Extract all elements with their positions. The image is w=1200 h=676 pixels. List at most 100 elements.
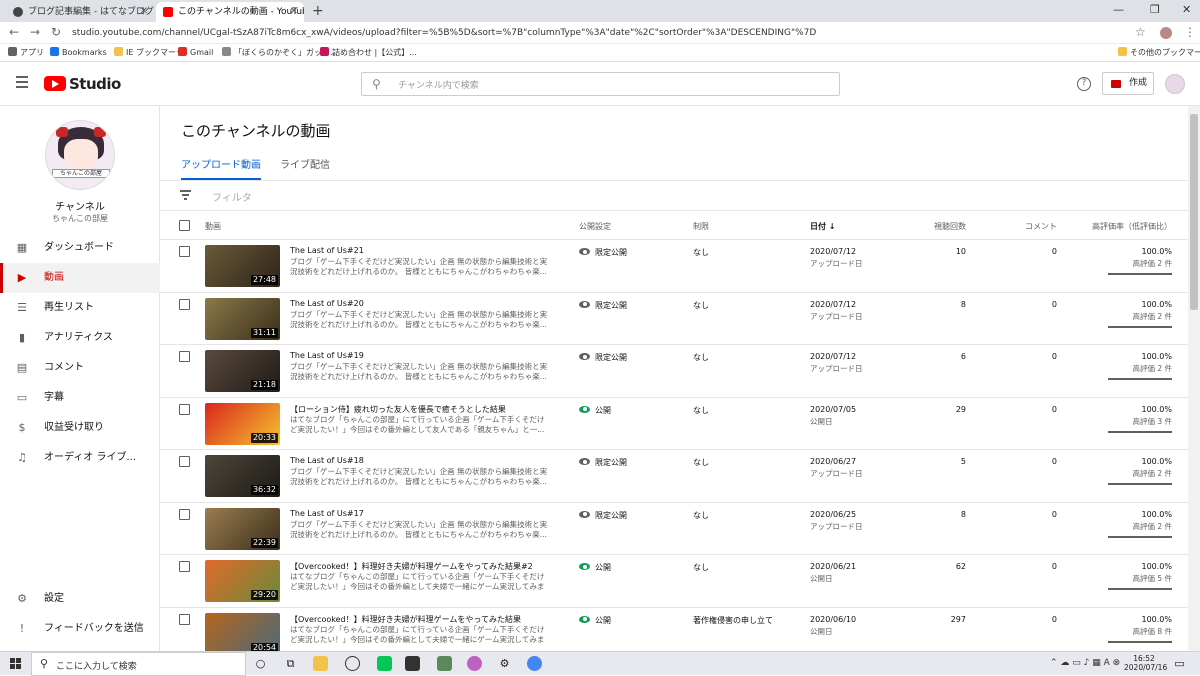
row-checkbox[interactable] xyxy=(179,613,190,625)
visibility-cell[interactable]: 限定公開 xyxy=(579,510,627,521)
row-checkbox[interactable] xyxy=(179,246,190,257)
table-row[interactable]: 29:20 【Overcooked！】料理好き夫婦が料理ゲームをやってみた結果#2… xyxy=(160,555,1188,608)
video-title[interactable]: The Last of Us#17 xyxy=(290,509,364,518)
tab-live[interactable]: ライブ配信 xyxy=(280,156,330,180)
forward-icon[interactable]: → xyxy=(30,25,40,39)
column-rating[interactable]: 高評価率（低評価比） xyxy=(1092,221,1172,232)
page-scrollbar[interactable] xyxy=(1188,106,1200,651)
channel-search-input[interactable]: ⚲ チャンネル内で検索 xyxy=(361,72,840,96)
video-thumbnail[interactable]: 29:20 xyxy=(205,560,280,602)
visibility-cell[interactable]: 公開 xyxy=(579,405,611,416)
bookmark-ie[interactable]: IE ブックマーク xyxy=(114,47,184,59)
video-thumbnail[interactable]: 36:32 xyxy=(205,455,280,497)
file-explorer-icon[interactable] xyxy=(313,656,328,671)
video-title[interactable]: 【Overcooked！】料理好き夫婦が料理ゲームをやってみた結果#2 xyxy=(290,561,533,572)
sidebar-item-comments[interactable]: ▤ コメント xyxy=(0,353,160,383)
account-avatar[interactable] xyxy=(1165,74,1185,94)
table-row[interactable]: 21:18 The Last of Us#19 ブログ「ゲーム下手くそだけど実況した… xyxy=(160,345,1188,398)
app-purple-icon[interactable] xyxy=(467,656,482,671)
sidebar-item-feedback[interactable]: ! フィードバックを送信 xyxy=(0,614,160,644)
star-icon[interactable]: ☆ xyxy=(1135,25,1146,39)
bookmark-tsumeawase[interactable]: 詰め合わせ |【公式】... xyxy=(320,47,417,59)
system-tray[interactable]: ⌃ ☁ ▭ ♪ ▦ A ⊗ xyxy=(1050,658,1120,668)
filter-input[interactable]: フィルタ xyxy=(212,189,252,204)
sidebar-item-audio-library[interactable]: ♫ オーディオ ライブ... xyxy=(0,443,160,473)
close-tab-icon[interactable]: ✕ xyxy=(140,2,148,22)
row-checkbox[interactable] xyxy=(179,403,190,415)
minimize-icon[interactable]: — xyxy=(1113,3,1124,16)
reload-icon[interactable]: ↻ xyxy=(51,25,61,39)
cortana-icon[interactable]: ○ xyxy=(253,656,268,671)
create-button[interactable]: 作成 xyxy=(1102,72,1154,95)
video-thumbnail[interactable]: 20:54 xyxy=(205,612,280,651)
visibility-cell[interactable]: 公開 xyxy=(579,562,611,573)
column-restrictions[interactable]: 制限 xyxy=(693,221,709,232)
sidebar-item-dashboard[interactable]: ▦ ダッシュボード xyxy=(0,233,160,263)
video-title[interactable]: 【Overcooked！】料理好き夫婦が料理ゲームをやってみた結果 xyxy=(290,614,521,625)
column-views[interactable]: 視聴回数 xyxy=(934,221,966,232)
close-tab-icon[interactable]: ✕ xyxy=(290,2,298,22)
taskbar-clock[interactable]: 16:52 2020/07/16 xyxy=(1124,654,1167,672)
video-thumbnail[interactable]: 31:11 xyxy=(205,297,280,340)
scrollbar-thumb[interactable] xyxy=(1190,114,1198,310)
video-title[interactable]: The Last of Us#20 xyxy=(290,299,364,308)
table-row[interactable]: 22:39 The Last of Us#17 ブログ「ゲーム下手くそだけど実況した… xyxy=(160,503,1188,555)
tab-uploads[interactable]: アップロード動画 xyxy=(181,156,261,180)
browser-tab-hatena[interactable]: ブログ記事編集 - はてなブログ ✕ xyxy=(6,2,154,22)
line-icon[interactable] xyxy=(377,656,392,671)
visibility-cell[interactable]: 限定公開 xyxy=(579,457,627,468)
visibility-cell[interactable]: 限定公開 xyxy=(579,300,627,311)
video-title[interactable]: The Last of Us#18 xyxy=(290,456,364,465)
visibility-cell[interactable]: 限定公開 xyxy=(579,352,627,363)
channel-avatar[interactable]: ちゃんこの部屋 xyxy=(45,120,115,190)
row-checkbox[interactable] xyxy=(179,508,190,520)
url-field[interactable]: studio.youtube.com/channel/UCgal-tSzA87i… xyxy=(72,25,816,41)
table-row[interactable]: 27:48 The Last of Us#21 ブログ「ゲーム下手くそだけど実況した… xyxy=(160,240,1188,293)
notifications-icon[interactable]: ▭ xyxy=(1172,656,1187,671)
table-row[interactable]: 20:33 【ローション侍】疲れ切った友人を優長で癒そうとした結果 はてなブログ「ち… xyxy=(160,398,1188,450)
app-circle-icon[interactable] xyxy=(345,656,360,671)
sidebar-item-videos[interactable]: ▶ 動画 xyxy=(0,263,160,293)
video-title[interactable]: The Last of Us#19 xyxy=(290,351,364,360)
table-row[interactable]: 31:11 The Last of Us#20 ブログ「ゲーム下手くそだけど実況した… xyxy=(160,293,1188,345)
filter-icon[interactable] xyxy=(180,190,191,200)
task-view-icon[interactable]: ⧉ xyxy=(283,656,298,671)
maximize-icon[interactable]: ❐ xyxy=(1150,3,1160,16)
video-thumbnail[interactable]: 21:18 xyxy=(205,350,280,392)
column-date[interactable]: 日付 ↓ xyxy=(810,221,836,232)
close-window-icon[interactable]: ✕ xyxy=(1182,3,1191,16)
row-checkbox[interactable] xyxy=(179,298,190,310)
table-row[interactable]: 36:32 The Last of Us#18 ブログ「ゲーム下手くそだけど実況した… xyxy=(160,450,1188,503)
video-thumbnail[interactable]: 22:39 xyxy=(205,507,280,550)
sidebar-item-monetization[interactable]: $ 収益受け取り xyxy=(0,413,160,443)
hamburger-menu-icon[interactable] xyxy=(16,76,28,88)
table-row[interactable]: 20:54 【Overcooked！】料理好き夫婦が料理ゲームをやってみた結果 はて… xyxy=(160,608,1188,651)
video-title[interactable]: 【ローション侍】疲れ切った友人を優長で癒そうとした結果 xyxy=(290,404,506,415)
menu-dots-icon[interactable]: ⋮ xyxy=(1184,25,1196,39)
row-checkbox[interactable] xyxy=(179,456,190,467)
visibility-cell[interactable]: 限定公開 xyxy=(579,247,627,258)
video-title[interactable]: The Last of Us#21 xyxy=(290,246,364,255)
bookmark-gmail[interactable]: Gmail xyxy=(178,47,213,59)
row-checkbox[interactable] xyxy=(179,351,190,362)
new-tab-icon[interactable]: + xyxy=(312,3,324,19)
bookmark-other[interactable]: その他のブックマーク xyxy=(1118,47,1200,59)
help-icon[interactable]: ? xyxy=(1077,77,1091,91)
browser-tab-youtube-studio[interactable]: このチャンネルの動画 - YouTube Studio ✕ xyxy=(156,2,304,22)
gear-icon[interactable]: ⚙ xyxy=(497,656,512,671)
taskbar-search-input[interactable]: ⚲ ここに入力して検索 xyxy=(31,652,246,676)
sidebar-item-subtitles[interactable]: ▭ 字幕 xyxy=(0,383,160,413)
video-thumbnail[interactable]: 27:48 xyxy=(205,245,280,287)
column-visibility[interactable]: 公開設定 xyxy=(579,221,611,232)
column-comments[interactable]: コメント xyxy=(1025,221,1057,232)
back-icon[interactable]: ← xyxy=(9,25,19,39)
select-all-checkbox[interactable] xyxy=(179,220,190,231)
sidebar-item-settings[interactable]: ⚙ 設定 xyxy=(0,584,160,614)
profile-icon[interactable] xyxy=(1160,27,1172,39)
photos-icon[interactable] xyxy=(437,656,452,671)
video-thumbnail[interactable]: 20:33 xyxy=(205,402,280,445)
app-dark-icon[interactable] xyxy=(405,656,420,671)
chrome-icon[interactable] xyxy=(527,656,542,671)
sidebar-item-analytics[interactable]: ▮ アナリティクス xyxy=(0,323,160,353)
sidebar-item-playlists[interactable]: ☰ 再生リスト xyxy=(0,293,160,323)
